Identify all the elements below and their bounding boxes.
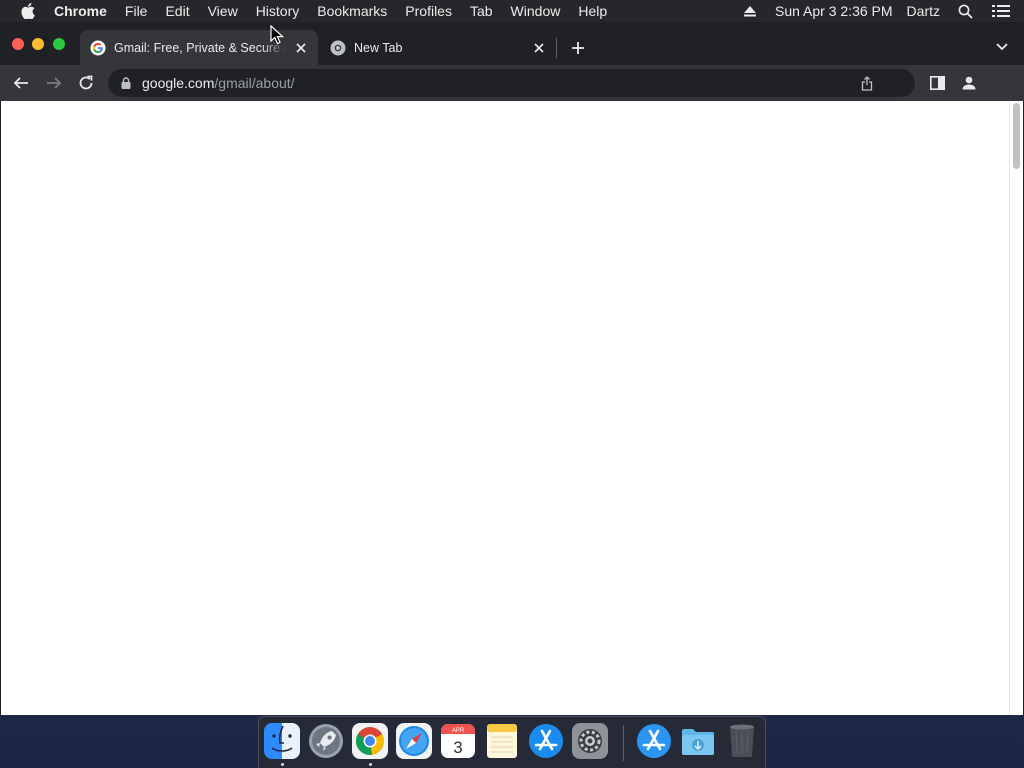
safari-icon[interactable] — [395, 722, 433, 760]
browser-toolbar: google.com/gmail/about/ — [0, 65, 1024, 101]
mouse-cursor-icon — [270, 25, 284, 45]
close-tab-icon[interactable] — [531, 40, 547, 56]
browser-window: Gmail: Free, Private & Secure Email New … — [0, 22, 1024, 715]
back-button[interactable] — [11, 73, 31, 93]
menu-edit[interactable]: Edit — [156, 0, 198, 22]
eject-icon[interactable] — [741, 2, 759, 20]
url-host: google.com — [142, 75, 215, 91]
running-indicator — [369, 763, 372, 766]
lock-icon[interactable] — [120, 77, 132, 89]
app-store-icon[interactable] — [635, 722, 673, 760]
launchpad-icon[interactable] — [307, 722, 345, 760]
address-bar[interactable]: google.com/gmail/about/ — [108, 69, 915, 97]
calendar-icon[interactable]: APR 3 — [439, 722, 477, 760]
downloads-folder-icon[interactable] — [679, 722, 717, 760]
tab-title: Gmail: Free, Private & Secure Email — [114, 40, 287, 55]
tab-new-tab[interactable]: New Tab — [320, 30, 556, 65]
menu-tab[interactable]: Tab — [461, 0, 502, 22]
chrome-dock-icon[interactable] — [351, 722, 389, 760]
tab-strip: Gmail: Free, Private & Secure Email New … — [0, 22, 1024, 65]
dock-separator — [623, 725, 624, 761]
menu-help[interactable]: Help — [569, 0, 616, 22]
menu-history[interactable]: History — [247, 0, 309, 22]
minimize-window-button[interactable] — [32, 38, 44, 50]
app-store-icon[interactable] — [527, 722, 565, 760]
apple-icon[interactable] — [18, 1, 38, 21]
close-window-button[interactable] — [12, 38, 24, 50]
vertical-scrollbar[interactable] — [1009, 101, 1023, 715]
calendar-month: APR — [452, 728, 465, 734]
forward-button[interactable] — [44, 73, 64, 93]
profile-avatar-icon[interactable] — [959, 73, 979, 93]
menu-view[interactable]: View — [199, 0, 247, 22]
fullscreen-window-button[interactable] — [53, 38, 65, 50]
chrome-icon — [330, 40, 346, 55]
page-viewport[interactable] — [1, 101, 1023, 715]
system-preferences-icon[interactable] — [571, 722, 609, 760]
spotlight-search-icon[interactable] — [956, 2, 974, 20]
notes-icon[interactable] — [483, 722, 521, 760]
user-name[interactable]: Dartz — [900, 3, 947, 19]
menu-chrome[interactable]: Chrome — [54, 0, 116, 22]
close-tab-icon[interactable] — [293, 40, 309, 56]
trash-icon[interactable] — [723, 722, 761, 760]
url-path: /gmail/about/ — [214, 75, 295, 91]
calendar-day: 3 — [453, 738, 462, 757]
running-indicator — [281, 763, 284, 766]
clock[interactable]: Sun Apr 3 2:36 PM — [768, 3, 900, 19]
control-center-icon[interactable] — [992, 2, 1010, 20]
dock: APR 3 — [258, 716, 766, 768]
google-g-icon — [90, 40, 106, 55]
scrollbar-thumb[interactable] — [1013, 103, 1020, 169]
share-icon[interactable] — [859, 75, 875, 91]
menu-file[interactable]: File — [116, 0, 157, 22]
url-text[interactable]: google.com/gmail/about/ — [142, 75, 295, 91]
tab-title: New Tab — [354, 40, 403, 55]
tab-separator — [556, 38, 557, 58]
new-tab-button[interactable] — [568, 38, 588, 58]
menu-bar: Chrome File Edit View History Bookmarks … — [0, 0, 1024, 22]
tab-search-chevron-icon[interactable] — [994, 39, 1010, 55]
side-panel-icon[interactable] — [927, 73, 947, 93]
reload-button[interactable] — [76, 73, 96, 93]
menu-bookmarks[interactable]: Bookmarks — [308, 0, 396, 22]
menu-window[interactable]: Window — [502, 0, 570, 22]
finder-icon[interactable] — [263, 722, 301, 760]
menu-profiles[interactable]: Profiles — [396, 0, 461, 22]
